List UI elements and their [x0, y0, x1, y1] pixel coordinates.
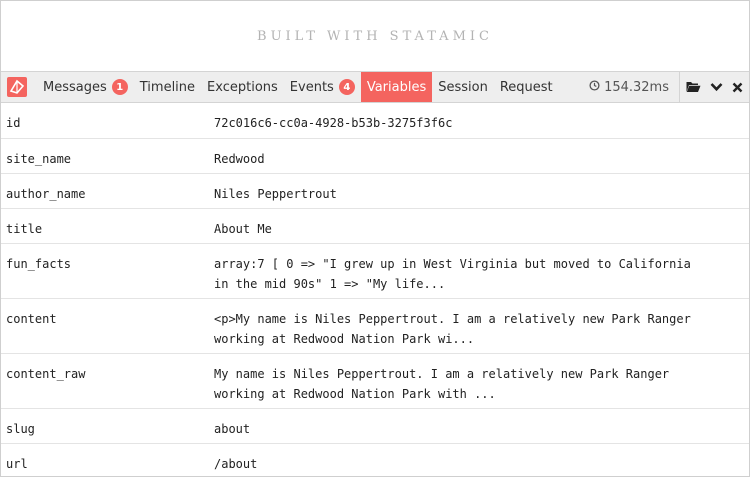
tab-label: Variables	[366, 79, 427, 95]
toolbar-actions	[679, 72, 749, 102]
table-row: author_name Niles Peppertrout	[1, 173, 749, 209]
table-row: content_raw My name is Niles Peppertrout…	[1, 353, 749, 409]
request-time: 154.32ms	[589, 72, 679, 102]
tab-timeline[interactable]: Timeline	[134, 72, 201, 102]
table-row: content <p>My name is Niles Peppertrout.…	[1, 298, 749, 354]
table-row: site_name Redwood	[1, 138, 749, 174]
table-row: id 72c016c6-cc0a-4928-b53b-3275f3f6c	[1, 103, 749, 139]
tab-variables[interactable]: Variables	[360, 72, 433, 102]
clock-icon	[589, 79, 600, 95]
variable-value: 72c016c6-cc0a-4928-b53b-3275f3f6c	[209, 103, 749, 139]
tab-label: Request	[499, 79, 553, 95]
table-row: slug about	[1, 408, 749, 444]
variable-value: array:7 [ 0 => "I grew up in West Virgin…	[209, 243, 749, 299]
debugbar-toolbar: Messages 1 Timeline Exceptions Events 4 …	[1, 71, 749, 103]
events-count-badge: 4	[338, 79, 355, 95]
tab-label: Exceptions	[207, 79, 278, 95]
tab-request[interactable]: Request	[494, 72, 559, 102]
tab-label: Session	[438, 79, 488, 95]
tab-label: Messages	[43, 79, 107, 95]
variable-key: site_name	[1, 138, 209, 174]
chevron-down-icon[interactable]	[710, 82, 723, 92]
table-row: url /about	[1, 443, 749, 476]
variable-value: Redwood	[209, 138, 749, 174]
variable-value: My name is Niles Peppertrout. I am a rel…	[209, 353, 749, 409]
laravel-logo-icon[interactable]	[5, 72, 29, 102]
variable-value: Niles Peppertrout	[209, 173, 749, 209]
site-footer-banner: BUILT WITH STATAMIC	[257, 28, 493, 44]
variable-key: author_name	[1, 173, 209, 209]
browser-frame: BUILT WITH STATAMIC Messages 1 Timeline …	[0, 0, 750, 477]
table-row: fun_facts array:7 [ 0 => "I grew up in W…	[1, 243, 749, 299]
variable-key: id	[1, 103, 209, 139]
variable-key: url	[1, 443, 209, 476]
tab-exceptions[interactable]: Exceptions	[201, 72, 284, 102]
variable-value: <p>My name is Niles Peppertrout. I am a …	[209, 298, 749, 354]
tab-events[interactable]: Events 4	[284, 72, 361, 102]
variable-key: content	[1, 298, 209, 354]
variable-key: slug	[1, 408, 209, 444]
variables-table: id 72c016c6-cc0a-4928-b53b-3275f3f6c sit…	[1, 103, 749, 476]
variable-value: About Me	[209, 208, 749, 244]
variable-key: title	[1, 208, 209, 244]
messages-count-badge: 1	[111, 79, 128, 95]
tab-session[interactable]: Session	[432, 72, 494, 102]
tab-label: Timeline	[139, 79, 196, 95]
variable-value: about	[209, 408, 749, 444]
request-time-value: 154.32ms	[604, 79, 669, 95]
tab-label: Events	[289, 79, 334, 95]
folder-open-icon[interactable]	[686, 81, 701, 93]
variable-value: /about	[209, 443, 749, 476]
tab-messages[interactable]: Messages 1	[37, 72, 134, 102]
variable-key: content_raw	[1, 353, 209, 409]
table-row: title About Me	[1, 208, 749, 244]
variable-key: fun_facts	[1, 243, 209, 299]
close-icon[interactable]	[732, 82, 743, 93]
